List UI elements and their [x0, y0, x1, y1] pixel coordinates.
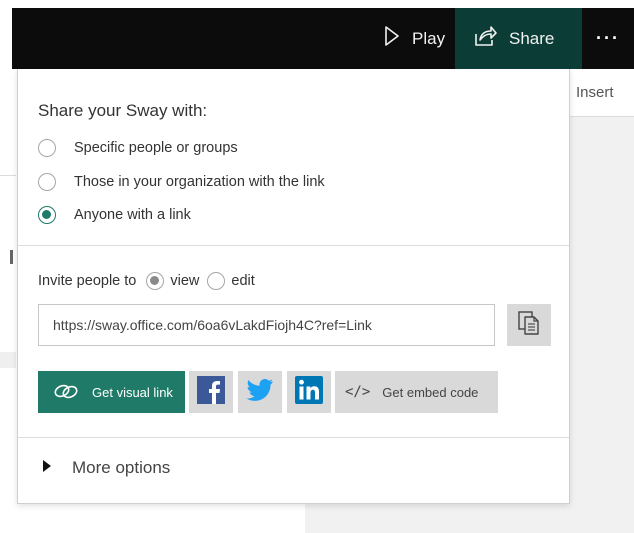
audience-option-organization[interactable]: Those in your organization with the link: [38, 173, 325, 191]
section-divider: [18, 245, 569, 246]
view-label[interactable]: view: [170, 273, 199, 289]
play-icon: [384, 25, 400, 52]
audience-option-anyone[interactable]: Anyone with a link: [38, 206, 191, 224]
radio-anyone-with-link[interactable]: [38, 206, 56, 224]
more-options-button[interactable]: ···: [582, 8, 634, 69]
audience-option-specific[interactable]: Specific people or groups: [38, 139, 238, 157]
section-divider: [18, 437, 569, 438]
linkedin-share-button[interactable]: [287, 371, 331, 413]
twitter-icon: [246, 378, 274, 407]
invite-prefix: Invite people to: [38, 273, 137, 289]
visual-link-label: Get visual link: [92, 384, 173, 400]
radio-edit[interactable]: [207, 272, 226, 290]
facebook-share-button[interactable]: [189, 371, 233, 413]
tab-insert[interactable]: Insert: [576, 84, 614, 101]
more-options-label: More options: [72, 458, 171, 477]
audience-option-label: Specific people or groups: [74, 140, 238, 156]
radio-view[interactable]: [146, 272, 165, 290]
edit-label[interactable]: edit: [231, 273, 254, 289]
linkedin-icon: [295, 375, 323, 409]
top-toolbar: Play Share ···: [12, 8, 634, 69]
radio-specific-people[interactable]: [38, 139, 56, 157]
share-label: Share: [509, 28, 555, 48]
play-label: Play: [412, 28, 446, 48]
background-mark: [10, 250, 13, 264]
share-button[interactable]: Share: [455, 8, 582, 69]
get-visual-link-button[interactable]: Get visual link: [38, 371, 185, 413]
embed-label: Get embed code: [382, 384, 479, 400]
twitter-share-button[interactable]: [238, 371, 282, 413]
copy-icon: [517, 310, 541, 341]
share-icon: [473, 25, 497, 52]
share-panel: Share your Sway with: Specific people or…: [17, 69, 570, 504]
share-link-field[interactable]: https://sway.office.com/6oa6vLakdFiojh4C…: [38, 304, 495, 346]
copy-link-button[interactable]: [507, 304, 551, 346]
facebook-icon: [197, 375, 225, 410]
get-embed-code-button[interactable]: </> Get embed code: [335, 371, 498, 413]
audience-option-label: Those in your organization with the link: [74, 174, 325, 190]
triangle-right-icon: [42, 458, 52, 478]
share-heading: Share your Sway with:: [38, 101, 208, 120]
background-block: [0, 352, 16, 368]
radio-organization[interactable]: [38, 173, 56, 191]
link-icon: [52, 380, 80, 405]
background-divider: [0, 175, 16, 176]
play-button[interactable]: Play: [370, 8, 466, 69]
more-options-toggle[interactable]: More options: [42, 458, 170, 478]
audience-option-label: Anyone with a link: [74, 207, 191, 223]
share-link-text: https://sway.office.com/6oa6vLakdFiojh4C…: [53, 317, 372, 333]
code-icon: </>: [345, 384, 371, 400]
invite-permission-row: Invite people to view edit: [38, 272, 255, 290]
